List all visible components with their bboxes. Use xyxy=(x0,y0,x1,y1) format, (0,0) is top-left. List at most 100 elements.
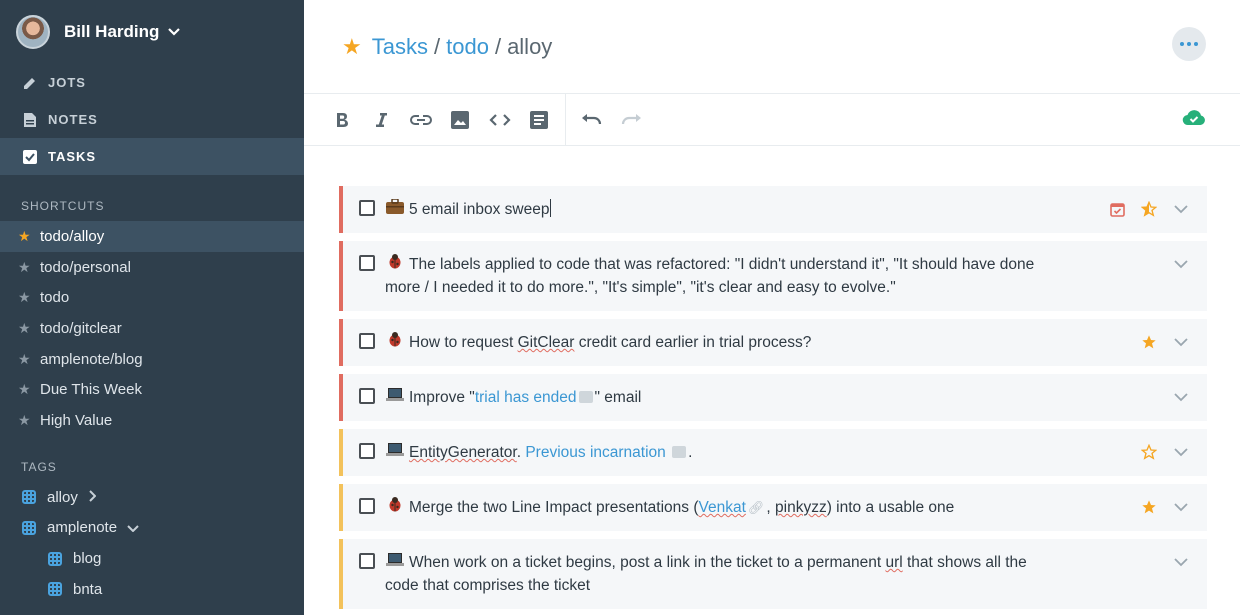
tag-bnta[interactable]: bnta xyxy=(0,574,304,605)
task-actions xyxy=(1101,198,1197,220)
tag-icon xyxy=(22,520,36,535)
nav-tasks[interactable]: TASKS xyxy=(0,138,304,175)
tag-alloy[interactable]: alloy xyxy=(0,482,304,513)
star-filled-icon[interactable] xyxy=(1133,496,1165,518)
note-reference-icon xyxy=(578,391,593,403)
task-checkbox[interactable] xyxy=(359,255,375,271)
undo-icon[interactable] xyxy=(572,94,612,146)
task-item[interactable]: When work on a ticket begins, post a lin… xyxy=(339,539,1207,609)
image-icon[interactable] xyxy=(441,94,481,146)
task-item[interactable]: Improve "trial has ended " email xyxy=(339,374,1207,421)
expand-chevron-icon[interactable] xyxy=(1165,386,1197,408)
task-link[interactable]: Venkat xyxy=(698,499,745,516)
laptop-icon xyxy=(385,386,405,409)
task-text[interactable]: EntityGenerator. Previous incarnation . xyxy=(385,441,1055,464)
task-label: How to request xyxy=(409,334,518,351)
star-icon[interactable]: ★ xyxy=(342,34,362,60)
shortcut-label: todo/alloy xyxy=(40,227,105,245)
task-actions xyxy=(1133,331,1197,353)
checkbox-icon xyxy=(22,149,38,165)
breadcrumb-tasks[interactable]: Tasks xyxy=(372,34,428,60)
task-text[interactable]: 5 email inbox sweep xyxy=(385,198,1055,221)
task-text[interactable]: Merge the two Line Impact presentations … xyxy=(385,496,1055,519)
task-item[interactable]: 5 email inbox sweep xyxy=(339,186,1207,233)
nav-notes[interactable]: NOTES xyxy=(0,101,304,138)
task-label: . xyxy=(688,444,693,461)
misspelled-word: GitClear xyxy=(517,334,575,351)
task-text[interactable]: When work on a ticket begins, post a lin… xyxy=(385,551,1055,597)
sidebar: Bill Harding JOTS NOTES TASKS SHORTCUTS … xyxy=(0,0,304,615)
expand-chevron-icon[interactable] xyxy=(1165,496,1197,518)
misspelled-word: EntityGenerator xyxy=(409,444,517,461)
task-checkbox[interactable] xyxy=(359,498,375,514)
task-actions xyxy=(1133,441,1197,463)
task-checkbox[interactable] xyxy=(359,333,375,349)
task-item[interactable]: EntityGenerator. Previous incarnation . xyxy=(339,429,1207,476)
tag-label: bnta xyxy=(73,580,103,598)
tag-blog[interactable]: blog xyxy=(0,543,304,574)
task-text[interactable]: Improve "trial has ended " email xyxy=(385,386,1055,409)
task-checkbox[interactable] xyxy=(359,553,375,569)
star-icon: ★ xyxy=(18,227,31,244)
italic-icon[interactable] xyxy=(362,94,402,146)
task-label: that shows all the xyxy=(902,554,1027,571)
calendar-icon[interactable] xyxy=(1101,198,1133,220)
breadcrumb-current: alloy xyxy=(507,33,553,59)
shortcut-todo-personal[interactable]: ★ todo/personal xyxy=(0,252,304,283)
link-icon[interactable] xyxy=(401,94,441,146)
bold-icon[interactable] xyxy=(322,94,362,146)
half-star-icon[interactable] xyxy=(1133,198,1165,220)
shortcut-label: todo/gitclear xyxy=(40,319,122,337)
task-link[interactable]: Previous incarnation xyxy=(525,444,665,461)
expand-chevron-icon[interactable] xyxy=(1165,441,1197,463)
task-item[interactable]: How to request GitClear credit card earl… xyxy=(339,319,1207,366)
bug-icon xyxy=(385,496,405,519)
laptop-icon xyxy=(385,441,405,464)
tag-icon xyxy=(48,582,62,597)
star-filled-icon[interactable] xyxy=(1133,331,1165,353)
task-actions xyxy=(1133,496,1197,518)
task-label: Improve " xyxy=(409,389,475,406)
nav-label: JOTS xyxy=(48,75,86,90)
shortcut-todo-gitclear[interactable]: ★ todo/gitclear xyxy=(0,313,304,344)
task-checkbox[interactable] xyxy=(359,200,375,216)
star-icon: ★ xyxy=(18,319,31,336)
tag-icon xyxy=(22,490,36,505)
redo-icon[interactable] xyxy=(612,94,652,146)
tag-amplenote[interactable]: amplenote xyxy=(0,513,304,544)
expand-chevron-icon[interactable] xyxy=(1165,253,1197,275)
code-icon[interactable] xyxy=(480,94,520,146)
star-outline-icon[interactable] xyxy=(1133,441,1165,463)
nav-jots[interactable]: JOTS xyxy=(0,64,304,101)
laptop-icon xyxy=(385,551,405,574)
shortcut-amplenote-blog[interactable]: ★ amplenote/blog xyxy=(0,344,304,375)
shortcuts-heading: SHORTCUTS xyxy=(21,199,105,213)
note-icon[interactable] xyxy=(520,94,560,146)
text-cursor xyxy=(550,199,552,217)
shortcut-label: todo xyxy=(40,289,70,307)
task-label-cont: more / I needed it to do more.", "It's s… xyxy=(385,279,896,296)
more-options-button[interactable] xyxy=(1172,27,1206,61)
task-item[interactable]: Merge the two Line Impact presentations … xyxy=(339,484,1207,531)
chevron-right-icon[interactable] xyxy=(88,489,97,505)
task-checkbox[interactable] xyxy=(359,388,375,404)
expand-chevron-icon[interactable] xyxy=(1165,551,1197,573)
task-label: , xyxy=(766,499,776,516)
shortcut-todo[interactable]: ★ todo xyxy=(0,282,304,313)
task-link[interactable]: trial has ended xyxy=(475,389,577,406)
shortcut-todo-alloy[interactable]: ★ todo/alloy xyxy=(0,221,304,252)
task-checkbox[interactable] xyxy=(359,443,375,459)
chevron-down-icon[interactable] xyxy=(127,520,139,535)
shortcut-due-this-week[interactable]: ★ Due This Week xyxy=(0,374,304,405)
task-label: " email xyxy=(594,389,642,406)
breadcrumb-todo[interactable]: todo xyxy=(446,34,489,60)
page-header: ★ Tasks / todo / alloy xyxy=(304,0,1240,94)
task-list: 5 email inbox sweep The labels applied t… xyxy=(304,146,1240,615)
task-text[interactable]: How to request GitClear credit card earl… xyxy=(385,331,1055,354)
task-item[interactable]: The labels applied to code that was refa… xyxy=(339,241,1207,311)
expand-chevron-icon[interactable] xyxy=(1165,331,1197,353)
expand-chevron-icon[interactable] xyxy=(1165,198,1197,220)
user-menu[interactable]: Bill Harding xyxy=(0,0,304,64)
shortcut-high-value[interactable]: ★ High Value xyxy=(0,405,304,436)
task-text[interactable]: The labels applied to code that was refa… xyxy=(385,253,1055,299)
